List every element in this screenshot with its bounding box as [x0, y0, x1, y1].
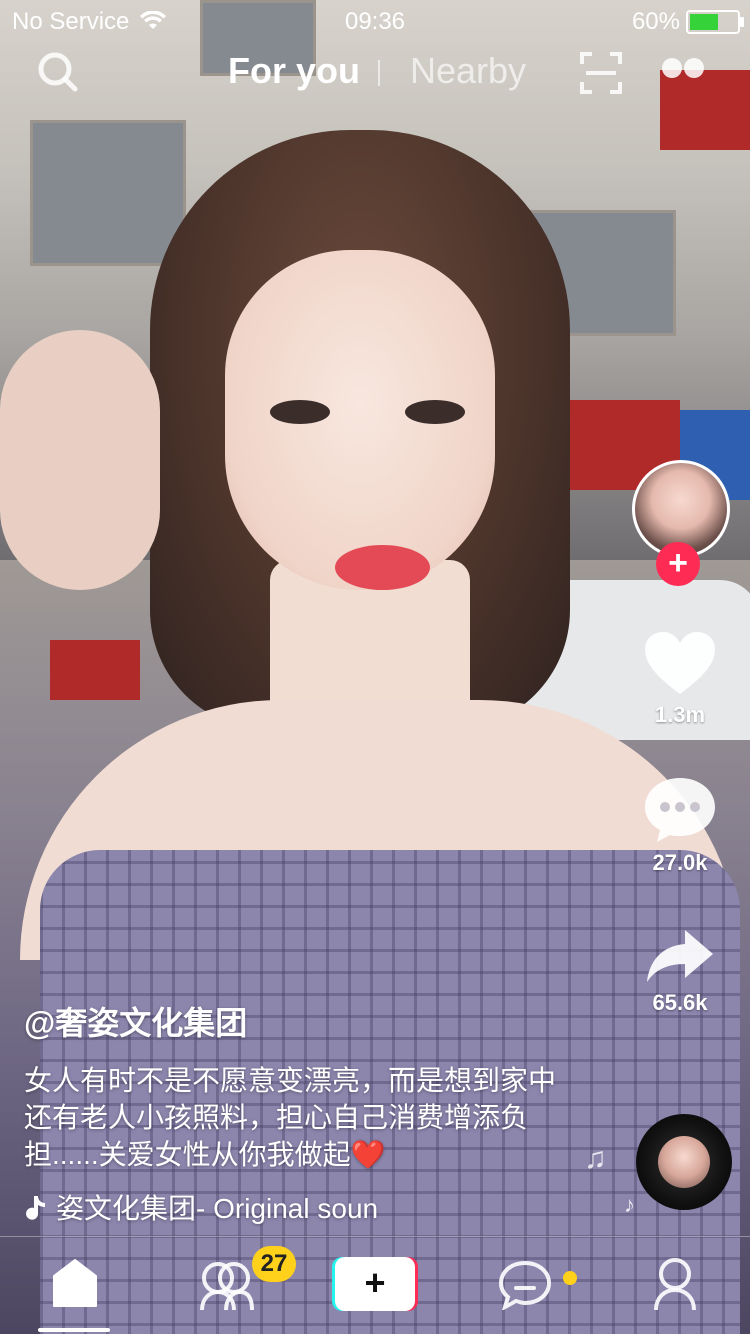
live-icon [662, 58, 704, 78]
sound-info[interactable]: 姿文化集团- Original soun [24, 1187, 414, 1227]
create-button[interactable]: + [332, 1257, 418, 1311]
search-icon [38, 52, 78, 92]
person-eye [270, 400, 330, 424]
sound-title: 姿文化集团- Original soun [56, 1193, 379, 1224]
shop-sign [50, 640, 140, 700]
search-button[interactable] [34, 48, 82, 96]
home-icon [53, 1259, 97, 1307]
plus-icon: + [335, 1257, 415, 1311]
sound-disc-cover [658, 1136, 710, 1188]
person-hand [0, 330, 160, 590]
live-button[interactable] [658, 52, 708, 92]
music-note-icon [26, 1196, 45, 1220]
tab-for-you[interactable]: For you [228, 50, 360, 92]
video-description: 女人有时不是不愿意变漂亮，而是想到家中还有老人小孩照料，担心自己消费增添负担..… [24, 1065, 557, 1170]
share-icon [647, 930, 713, 982]
scan-icon [580, 52, 622, 94]
like-button[interactable]: 1.3m [630, 630, 730, 728]
battery-percent: 60% [631, 8, 680, 35]
creator-username[interactable]: @奢姿文化集团 [24, 998, 564, 1044]
like-count: 1.3m [654, 702, 706, 727]
building-window [30, 120, 186, 266]
messages-dot [563, 1271, 577, 1285]
friends-badge: 27 [252, 1246, 296, 1282]
battery-fill [690, 14, 718, 30]
video-caption: @奢姿文化集团 女人有时不是不愿意变漂亮，而是想到家中还有老人小孩照料，担心自己… [24, 998, 564, 1227]
share-count: 65.6k [652, 990, 708, 1015]
music-note-icon: ♪ [624, 1192, 635, 1217]
status-right: 60% [631, 8, 744, 36]
sound-disc[interactable] [636, 1114, 732, 1210]
battery-tip [740, 17, 744, 27]
tab-separator [378, 60, 380, 86]
share-button[interactable]: 65.6k [630, 928, 730, 1016]
friends-icon [200, 1262, 254, 1311]
message-icon [498, 1260, 552, 1312]
nav-profile[interactable] [652, 1256, 698, 1317]
status-bar: No Service 09:36 60% [0, 0, 750, 40]
comment-icon [645, 778, 715, 842]
nav-home[interactable] [52, 1258, 98, 1313]
nav-messages[interactable] [498, 1260, 552, 1315]
top-nav: For you Nearby [0, 44, 750, 104]
heart-icon [645, 632, 715, 694]
follow-button[interactable]: + [656, 542, 700, 586]
person-lips [335, 545, 430, 590]
battery-icon [686, 10, 744, 34]
active-tab-indicator [38, 1328, 110, 1332]
profile-icon [654, 1258, 696, 1311]
comment-button[interactable]: 27.0k [630, 776, 730, 876]
person-eye [405, 400, 465, 424]
scan-button[interactable] [578, 50, 624, 96]
comment-count: 27.0k [652, 850, 708, 875]
nav-friends[interactable] [196, 1258, 256, 1317]
music-note-icon: ♫ [584, 1142, 607, 1175]
tab-nearby[interactable]: Nearby [410, 50, 526, 92]
